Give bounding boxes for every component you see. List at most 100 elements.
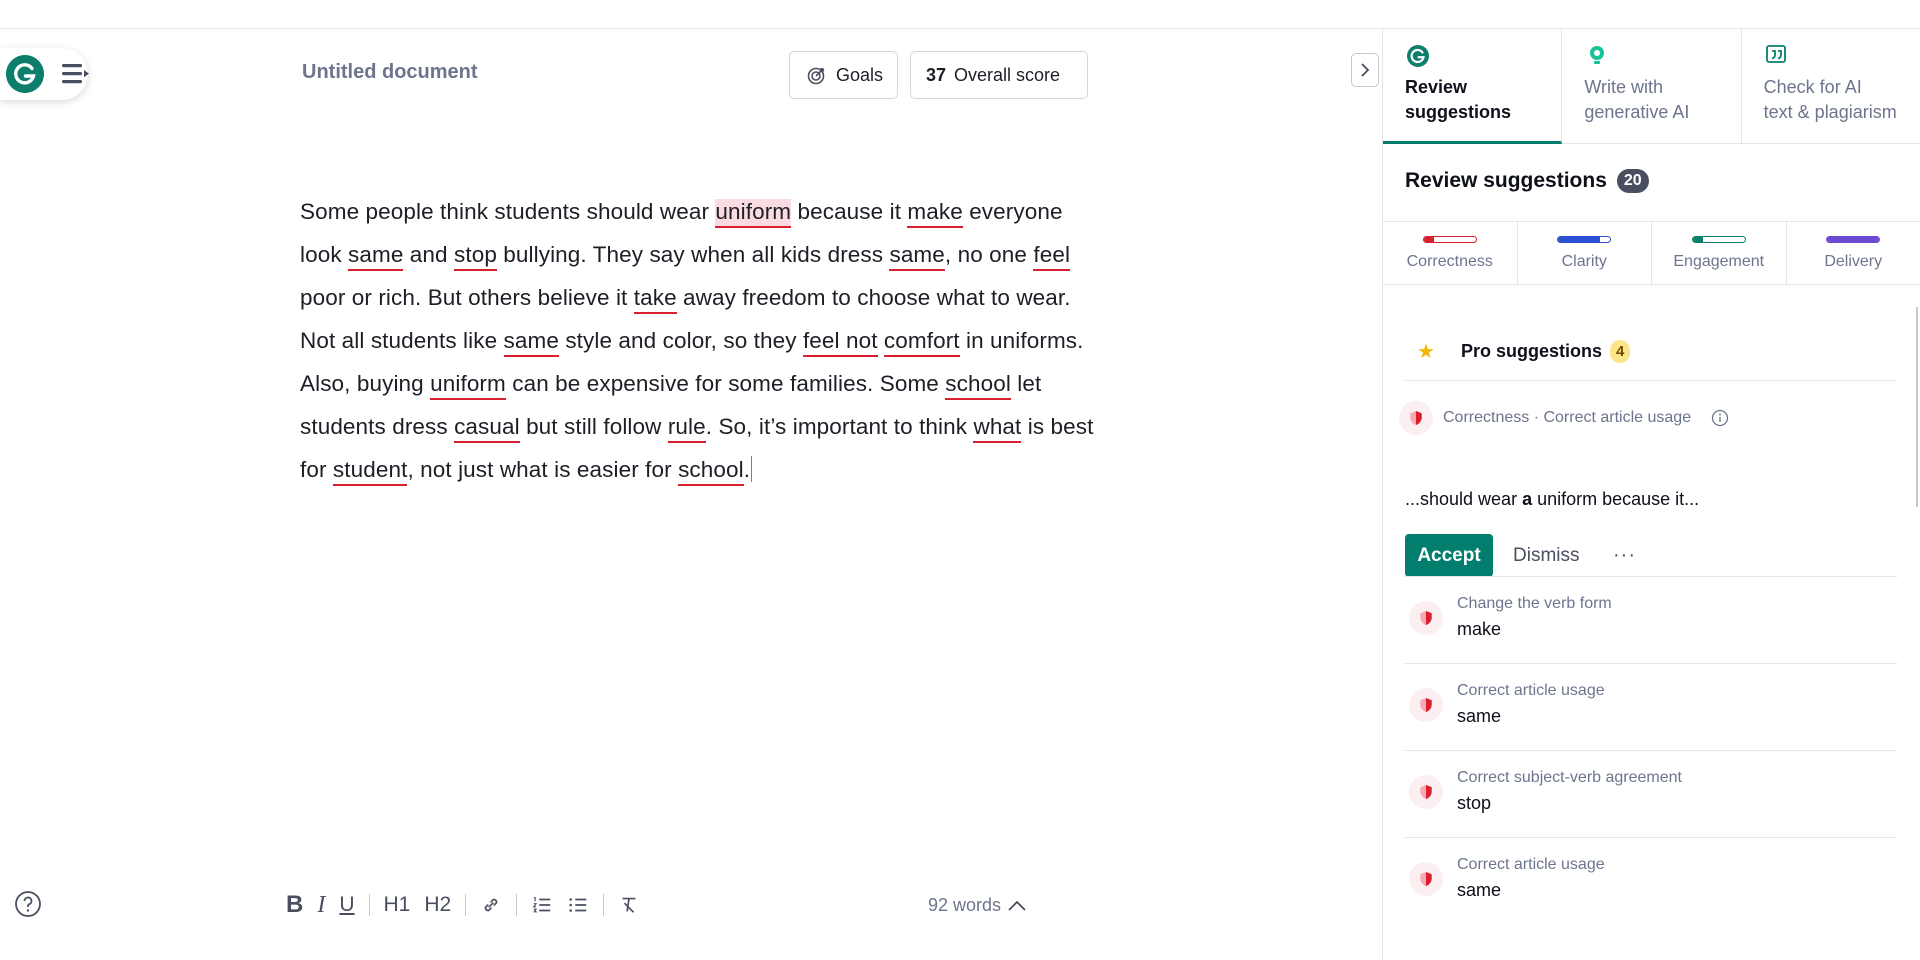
flagged-word[interactable]: uniform	[430, 371, 506, 400]
review-suggestions-heading: Review suggestions 20	[1405, 169, 1649, 193]
suggestion-type: Correct subject-verb agreement	[1457, 769, 1682, 786]
pro-count-badge: 4	[1609, 340, 1631, 363]
pro-suggestions-row[interactable]: ★ Pro suggestions 4	[1417, 339, 1631, 364]
text-run: poor or rich. But others believe it	[300, 285, 634, 310]
tab-label-line1: Write with	[1584, 77, 1664, 97]
flagged-word[interactable]: what	[973, 414, 1022, 443]
overall-score-button[interactable]: 37 Overall score	[910, 51, 1088, 99]
flagged-word[interactable]: feel not	[802, 328, 878, 357]
suggestion-type: Correct article usage	[1457, 682, 1605, 699]
underline-button[interactable]: U	[339, 893, 354, 917]
flagged-word[interactable]: take	[633, 285, 677, 314]
tab-generative-ai[interactable]: Write with generative AI	[1562, 29, 1742, 144]
grammarly-logo-icon[interactable]	[6, 55, 44, 93]
bold-button[interactable]: B	[286, 891, 303, 919]
clear-formatting-icon[interactable]	[618, 894, 640, 916]
toolbar-divider	[465, 894, 467, 916]
star-icon: ★	[1417, 341, 1435, 363]
quote-icon	[1765, 45, 1786, 63]
tab-ai-plagiarism[interactable]: Check for AI text & plagiarism	[1742, 29, 1920, 144]
info-icon[interactable]	[1711, 409, 1729, 427]
flagged-word[interactable]: same	[503, 328, 559, 357]
heading1-button[interactable]: H1	[384, 893, 411, 917]
toolbar-divider	[603, 894, 605, 916]
correctness-shield-icon	[1409, 775, 1443, 809]
flagged-word[interactable]: stop	[454, 242, 497, 271]
context-before: ...should wear	[1405, 489, 1523, 509]
heading2-button[interactable]: H2	[424, 893, 451, 917]
correctness-shield-icon	[1399, 401, 1433, 435]
text-caret	[751, 456, 753, 482]
assistant-panel: Review suggestions Write with generative…	[1382, 29, 1920, 960]
toolbar-divider	[368, 894, 370, 916]
flagged-word[interactable]: casual	[454, 414, 520, 443]
context-insert: a	[1522, 489, 1533, 509]
suggestion-word: make	[1457, 619, 1502, 639]
accept-button[interactable]: Accept	[1405, 534, 1493, 577]
correctness-shield-icon	[1409, 862, 1443, 896]
category-score-fill	[1692, 237, 1704, 242]
numbered-list-icon[interactable]	[531, 894, 553, 916]
tab-label-line1: Check for AI	[1763, 77, 1862, 97]
flagged-word[interactable]: student	[332, 457, 408, 486]
bulleted-list-icon[interactable]	[567, 894, 589, 916]
chevron-up-icon	[1008, 900, 1026, 911]
flagged-word[interactable]: school	[945, 371, 1011, 400]
lightbulb-icon	[1590, 46, 1605, 64]
flagged-word[interactable]: school	[678, 457, 744, 486]
flagged-word[interactable]: rule	[667, 414, 706, 443]
flagged-word[interactable]: feel	[1033, 242, 1071, 271]
divider	[1405, 380, 1897, 381]
suggestion-word: stop	[1457, 793, 1492, 813]
document-title[interactable]: Untitled document	[302, 61, 478, 84]
goals-button[interactable]: Goals	[789, 51, 898, 99]
suggestion-word: same	[1457, 880, 1502, 900]
flagged-word[interactable]: same	[348, 242, 404, 271]
panel-scrollbar[interactable]	[1916, 307, 1918, 507]
text-run: . So, it’s important to think	[705, 414, 974, 439]
link-icon[interactable]	[480, 894, 502, 916]
score-label: Overall score	[954, 64, 1061, 85]
text-run: .	[743, 457, 751, 482]
correctness-shield-icon	[1409, 601, 1443, 635]
heading-label: Review suggestions	[1405, 169, 1607, 192]
target-icon	[807, 67, 825, 85]
category-score-bar	[1422, 236, 1477, 243]
category-correctness[interactable]: Correctness	[1383, 222, 1518, 284]
collapse-panel-button[interactable]	[1351, 53, 1379, 87]
goals-label: Goals	[836, 64, 884, 85]
card-header-label: Correctness · Correct article usage	[1443, 409, 1692, 426]
grammarly-g-icon	[1407, 45, 1429, 67]
category-engagement[interactable]: Engagement	[1652, 222, 1787, 284]
tab-review-suggestions[interactable]: Review suggestions	[1383, 29, 1563, 144]
suggestion-word: same	[1457, 706, 1502, 726]
category-score-bar	[1826, 236, 1881, 243]
suggestion-count-badge: 20	[1616, 169, 1649, 193]
category-delivery[interactable]: Delivery	[1787, 222, 1920, 284]
suggestion-item[interactable]: Correct subject-verb agreement stop	[1405, 750, 1897, 836]
category-label: Correctness	[1406, 253, 1493, 270]
italic-button[interactable]: I	[317, 892, 325, 919]
category-label: Delivery	[1824, 253, 1883, 270]
text-run: Some people think students should wear	[300, 199, 716, 224]
flagged-word[interactable]: make	[907, 199, 963, 228]
help-icon[interactable]	[14, 890, 42, 918]
category-label: Clarity	[1561, 253, 1607, 270]
flagged-word[interactable]: uniform	[715, 199, 792, 228]
word-count-button[interactable]: 92 words	[928, 895, 1027, 916]
flagged-word[interactable]: same	[889, 242, 945, 271]
pro-label: Pro suggestions	[1460, 341, 1602, 361]
suggestion-item[interactable]: Correct article usage same	[1405, 663, 1897, 749]
correctness-shield-icon	[1409, 688, 1443, 722]
panel-tabs: Review suggestions Write with generative…	[1383, 29, 1920, 144]
suggestion-item[interactable]: Correct article usage same	[1405, 837, 1897, 923]
hamburger-menu-icon[interactable]	[60, 62, 90, 86]
suggestion-item[interactable]: Change the verb form make	[1405, 576, 1897, 662]
category-score-fill	[1423, 237, 1435, 242]
context-after: uniform because it...	[1532, 489, 1700, 509]
more-options-button[interactable]: ···	[1613, 534, 1636, 577]
category-clarity[interactable]: Clarity	[1518, 222, 1652, 284]
dismiss-button[interactable]: Dismiss	[1513, 534, 1580, 577]
editor-text-area[interactable]: Some people think students should wear u…	[300, 190, 1100, 491]
flagged-word[interactable]: comfort	[883, 328, 960, 357]
